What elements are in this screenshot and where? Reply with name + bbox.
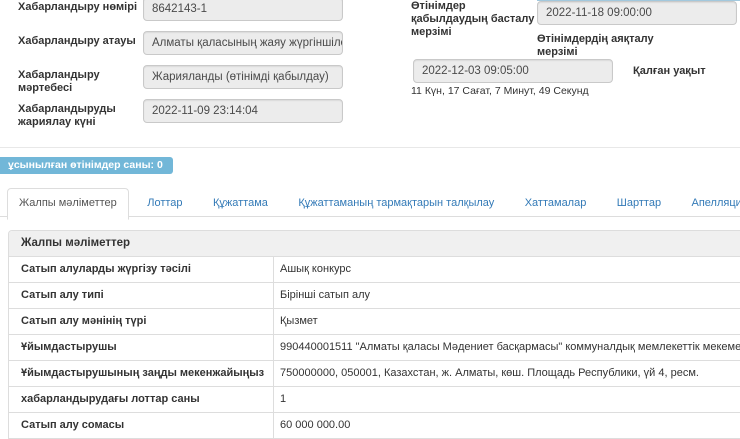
table-row: Ұйымдастырушының заңды мекенжайыңыз 7500…: [9, 361, 740, 387]
panel-title: Жалпы мәліметтер: [9, 231, 740, 257]
row-value: 60 000 000.00: [274, 413, 740, 439]
table-row: Ұйымдастырушы 990440001511 "Алматы қалас…: [9, 335, 740, 361]
field-input[interactable]: 2022-11-09 23:14:04: [143, 99, 343, 123]
table-row: Сатып алу типі Бірінші сатып алу: [9, 283, 740, 309]
row-label: Сатып алу мәнінің түрі: [9, 309, 274, 335]
tab-item[interactable]: Апелляции: [680, 188, 740, 218]
field-input[interactable]: 8642143-1: [143, 0, 343, 21]
remaining-time-label: Қалған уақыт: [633, 65, 733, 78]
announcement-form: Хабарландыру нөмірі 8642143-1 Хабарланды…: [0, 0, 740, 147]
applications-end-label: Өтінімдердің аяқталу мерзімі: [537, 33, 707, 59]
row-value: Қызмет: [274, 309, 740, 335]
tab-item[interactable]: Шарттар: [605, 188, 673, 218]
applications-start-input[interactable]: 2022-11-18 09:00:00: [537, 1, 737, 25]
field-label: Хабарландыру мәртебесі: [18, 69, 138, 95]
field-label: Хабарландыруды жариялау күні: [18, 103, 138, 129]
submitted-applications-badge: ұсынылған өтінімдер саны: 0: [0, 157, 173, 174]
row-value: Ашық конкурс: [274, 257, 740, 283]
tab-item[interactable]: Құжаттама: [201, 188, 280, 218]
applications-end-input[interactable]: 2022-12-03 09:05:00: [413, 59, 613, 83]
row-label: Ұйымдастырушы: [9, 335, 274, 361]
form-row: Хабарландыру мәртебесі Жарияланды (өтіні…: [18, 65, 348, 91]
table-row: Сатып алу сомасы 60 000 000.00: [9, 413, 740, 439]
table-row: Сатып алу мәнінің түрі Қызмет: [9, 309, 740, 335]
row-label: Ұйымдастырушының заңды мекенжайыңыз: [9, 361, 274, 387]
field-input[interactable]: Жарияланды (өтінімді қабылдау): [143, 65, 343, 89]
tab-item[interactable]: Құжаттаманың тармақтарын талқылау: [286, 188, 506, 218]
form-row: Хабарландыру атауы Алматы қаласының жаяу…: [18, 31, 348, 57]
row-label: Сатып алуларды жүргізу тәсілі: [9, 257, 274, 283]
row-value: Бірінші сатып алу: [274, 283, 740, 309]
tab-item[interactable]: Хаттамалар: [513, 188, 599, 218]
table-row: хабарландырудағы лоттар саны 1: [9, 387, 740, 413]
details-table: Сатып алуларды жүргізу тәсілі Ашық конку…: [9, 257, 740, 438]
field-label: Хабарландыру атауы: [18, 35, 138, 48]
row-value: 990440001511 "Алматы қаласы Мәдениет бас…: [274, 335, 740, 361]
row-value: 1: [274, 387, 740, 413]
field-label: Хабарландыру нөмірі: [18, 1, 138, 14]
field-input[interactable]: Алматы қаласының жаяу жүргіншілер ке: [143, 31, 343, 55]
form-row: Хабарландыру нөмірі 8642143-1: [18, 0, 348, 23]
tab-item[interactable]: Лоттар: [135, 188, 194, 218]
row-label: Сатып алу сомасы: [9, 413, 274, 439]
form-row: Хабарландыруды жариялау күні 2022-11-09 …: [18, 99, 348, 125]
table-row: Сатып алуларды жүргізу тәсілі Ашық конку…: [9, 257, 740, 283]
row-value: 750000000, 050001, Казахстан, ж. Алматы,…: [274, 361, 740, 387]
announcement-tabs: Жалпы мәліметтер Лоттар Құжаттама Құжатт…: [0, 188, 740, 217]
remaining-time-countdown: 11 Күн, 17 Сағат, 7 Минут, 49 Секунд: [411, 85, 589, 97]
row-label: Сатып алу типі: [9, 283, 274, 309]
tab-item[interactable]: Жалпы мәліметтер: [7, 188, 129, 220]
row-label: хабарландырудағы лоттар саны: [9, 387, 274, 413]
general-info-panel: Жалпы мәліметтер Сатып алуларды жүргізу …: [8, 230, 740, 439]
section-divider: [0, 147, 740, 148]
